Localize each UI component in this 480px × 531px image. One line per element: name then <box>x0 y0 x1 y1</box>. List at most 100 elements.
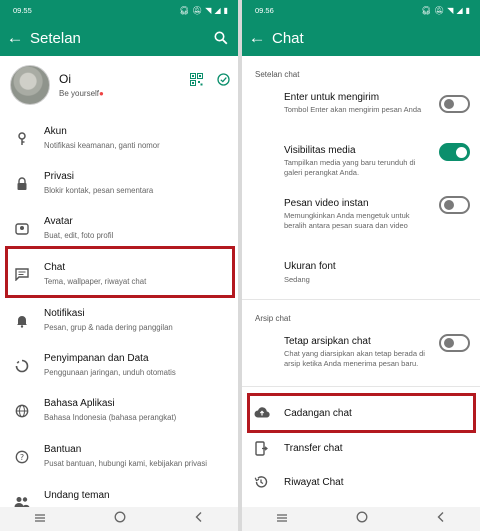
item-title: Undang teman <box>44 490 110 501</box>
status-icons: 🎧︎ 🔕︎ ◥ ◢ ▮ <box>421 6 470 15</box>
mute-icon: 🔕︎ <box>192 5 203 15</box>
back-arrow-icon[interactable]: ← <box>242 28 272 48</box>
item-title: Bantuan <box>44 444 82 455</box>
item-subtitle: Pusat bantuan, hubungi kami, kebijakan p… <box>44 459 207 468</box>
bell-icon <box>0 304 44 328</box>
globe-icon <box>0 394 44 418</box>
status-time: 09.55 <box>13 5 32 15</box>
navigation-bar <box>0 507 238 531</box>
avatar-icon <box>0 212 44 235</box>
back-nav-icon[interactable] <box>436 510 446 528</box>
item-title: Transfer chat <box>284 443 343 454</box>
app-bar: ← Chat <box>242 20 480 56</box>
setting-enter-to-send[interactable]: Enter untuk mengirim Tombol Enter akan m… <box>242 90 480 130</box>
app-bar: ← Setelan <box>0 20 238 56</box>
setting-subtitle: Tombol Enter akan mengirim pesan Anda <box>284 105 422 114</box>
emoji-icon: ● <box>99 89 104 98</box>
item-title: Privasi <box>44 171 75 182</box>
item-subtitle: Buat, edit, foto profil <box>44 231 114 240</box>
avatar[interactable] <box>10 65 50 105</box>
chat-settings-list: Setelan chat Enter untuk mengirim Tombol… <box>242 56 480 507</box>
setting-title: Tetap arsipkan chat <box>284 336 371 347</box>
item-subtitle: Blokir kontak, pesan sementara <box>44 186 154 195</box>
media-visibility-toggle[interactable] <box>439 143 470 161</box>
settings-item-akun[interactable]: Akun Notifikasi keamanan, ganti nomor <box>0 122 238 164</box>
highlight-box-backup <box>247 393 476 433</box>
divider <box>242 299 480 300</box>
item-title: Penyimpanan dan Data <box>44 353 149 364</box>
battery-icon: ▮ <box>223 5 228 15</box>
enter-to-send-toggle[interactable] <box>439 95 470 113</box>
divider <box>242 386 480 387</box>
setting-media-visibility[interactable]: Visibilitas media Tampilkan media yang b… <box>242 143 480 183</box>
setting-subtitle: Memungkinkan Anda mengetuk untuk beralih… <box>284 211 410 230</box>
status-time: 09.56 <box>255 5 274 15</box>
status-icons: 🎧︎ 🔕︎ ◥ ◢ ▮ <box>179 6 228 15</box>
people-icon <box>0 486 44 507</box>
recent-apps-icon[interactable] <box>34 510 46 528</box>
help-icon: ? <box>0 440 44 464</box>
home-icon[interactable] <box>356 510 368 528</box>
recent-apps-icon[interactable] <box>276 510 288 528</box>
profile-row[interactable]: Oi Be yourself● <box>0 59 238 111</box>
mute-icon: 🔕︎ <box>434 5 445 15</box>
lock-icon <box>0 167 44 191</box>
settings-item-bahasa[interactable]: Bahasa Aplikasi Bahasa Indonesia (bahasa … <box>0 394 238 436</box>
item-subtitle: Pesan, grup & nada dering panggilan <box>44 323 173 332</box>
settings-item-notifikasi[interactable]: Notifikasi Pesan, grup & nada dering pang… <box>0 304 238 346</box>
section-label-archive: Arsip chat <box>255 314 291 323</box>
settings-item-undang[interactable]: Undang teman <box>0 486 238 507</box>
profile-about: Be yourself● <box>59 89 104 98</box>
settings-item-penyimpanan[interactable]: Penyimpanan dan Data Penggunaan jaringan,… <box>0 349 238 391</box>
qr-code-icon[interactable] <box>190 73 203 91</box>
setting-subtitle: Tampilkan media yang baru terunduh di ga… <box>284 158 416 177</box>
instant-video-toggle[interactable] <box>439 196 470 214</box>
home-icon[interactable] <box>114 510 126 528</box>
back-nav-icon[interactable] <box>194 510 204 528</box>
setting-title: Visibilitas media <box>284 145 356 156</box>
setting-keep-archived[interactable]: Tetap arsipkan chat Chat yang diarsipkan… <box>242 334 480 382</box>
wifi-icon: ◥ <box>447 5 454 15</box>
settings-item-bantuan[interactable]: ? Bantuan Pusat bantuan, hubungi kami, ke… <box>0 440 238 482</box>
status-bar: 09.56 🎧︎ 🔕︎ ◥ ◢ ▮ <box>242 0 480 20</box>
settings-item-privasi[interactable]: Privasi Blokir kontak, pesan sementara <box>0 167 238 209</box>
signal-icon: ◢ <box>456 5 463 15</box>
setting-instant-video[interactable]: Pesan video instan Memungkinkan Anda men… <box>242 196 480 244</box>
setting-value: Sedang <box>284 275 310 284</box>
page-title: Setelan <box>30 29 81 47</box>
item-title: Bahasa Aplikasi <box>44 398 115 409</box>
item-subtitle: Bahasa Indonesia (bahasa perangkat) <box>44 413 177 422</box>
navigation-bar <box>242 507 480 531</box>
chat-settings-screen: 09.56 🎧︎ 🔕︎ ◥ ◢ ▮ ← Chat Setelan chat En… <box>242 0 480 531</box>
setting-title: Pesan video instan <box>284 198 369 209</box>
check-circle-icon[interactable] <box>217 73 230 91</box>
storage-icon <box>0 349 44 373</box>
headphones-icon: 🎧︎ <box>420 5 432 15</box>
keep-archived-toggle[interactable] <box>439 334 470 352</box>
setting-font-size[interactable]: Ukuran font Sedang <box>242 261 480 291</box>
item-title: Avatar <box>44 216 73 227</box>
highlight-box-chat <box>5 246 235 298</box>
battery-icon: ▮ <box>465 5 470 15</box>
transfer-phone-icon <box>254 441 268 461</box>
profile-name: Oi <box>59 72 71 86</box>
setting-title: Enter untuk mengirim <box>284 92 380 103</box>
item-subtitle: Penggunaan jaringan, unduh otomatis <box>44 368 176 377</box>
setting-subtitle: Chat yang diarsipkan akan tetap berada d… <box>284 349 425 368</box>
chat-history-item[interactable]: Riwayat Chat <box>242 468 480 498</box>
setting-title: Ukuran font <box>284 261 336 272</box>
key-icon <box>0 122 44 146</box>
item-title: Akun <box>44 126 67 137</box>
status-bar: 09.55 🎧︎ 🔕︎ ◥ ◢ ▮ <box>0 0 238 20</box>
section-label-chat: Setelan chat <box>255 70 300 79</box>
page-title: Chat <box>272 29 304 47</box>
wifi-icon: ◥ <box>205 5 212 15</box>
headphones-icon: 🎧︎ <box>178 5 190 15</box>
search-icon[interactable] <box>204 31 238 45</box>
item-title: Riwayat Chat <box>284 477 344 488</box>
svg-text:?: ? <box>20 453 24 462</box>
settings-list: Oi Be yourself● Akun Notifikasi keamanan,… <box>0 56 238 507</box>
signal-icon: ◢ <box>214 5 221 15</box>
chat-transfer-item[interactable]: Transfer chat <box>242 434 480 464</box>
back-arrow-icon[interactable]: ← <box>0 28 30 48</box>
